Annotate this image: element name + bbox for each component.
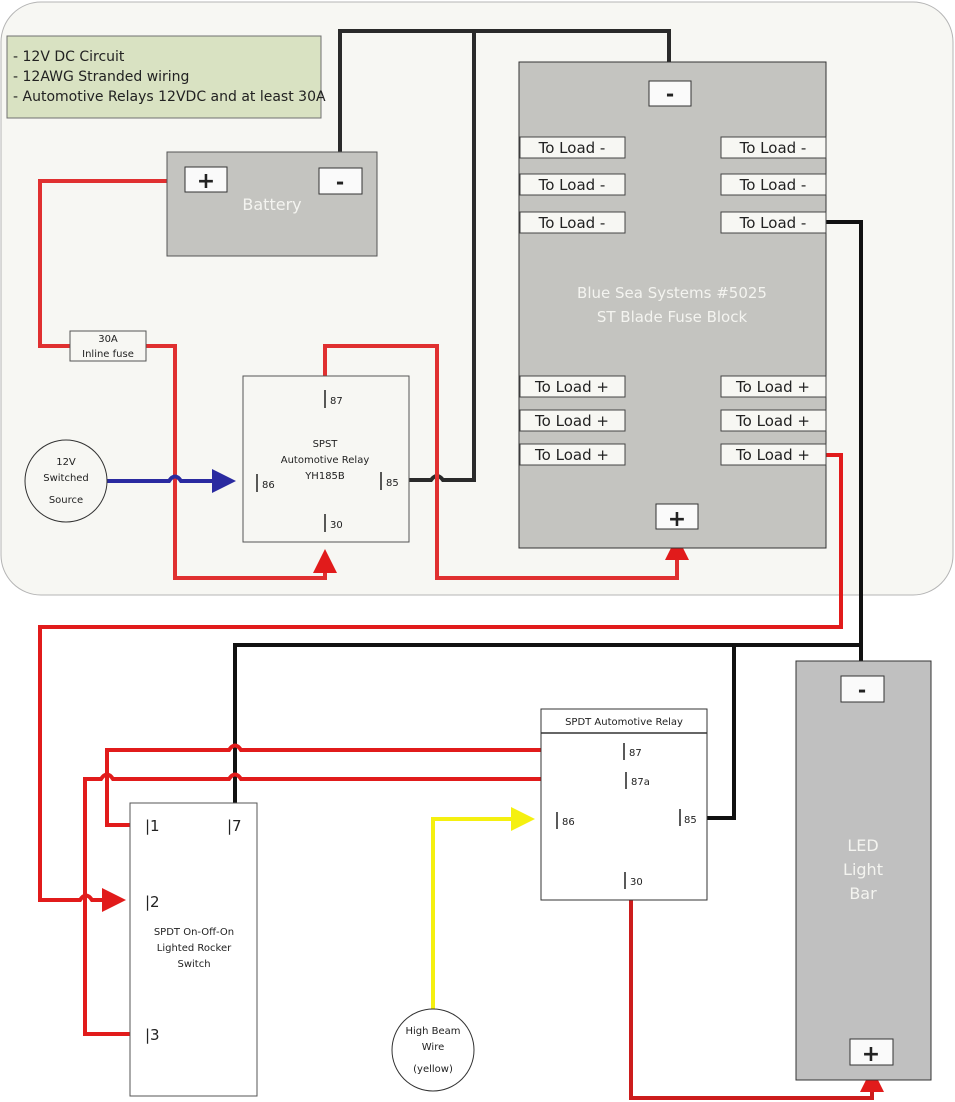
load-pos-output[interactable]: To Load + [519,443,626,466]
light-bar-line2: Light [843,860,883,879]
spst-relay-line1: SPST [313,439,339,450]
wire-ground-to-spdt-85 [706,645,736,820]
switched-source-line3: Source [49,495,83,506]
high-beam-line3: (yellow) [413,1064,453,1075]
load-neg-output[interactable]: To Load - [519,211,626,234]
load-neg-label: To Load - [739,139,807,157]
load-neg-output[interactable]: To Load - [720,173,827,196]
spst-pin-87: 87 [330,396,343,407]
load-pos-label: To Load + [735,378,810,396]
load-pos-label: To Load + [735,412,810,430]
fuse-block-name: Blue Sea Systems #5025 [577,284,767,302]
battery-positive-terminal[interactable]: + [184,166,228,194]
spst-pin-86: 86 [262,480,275,491]
switch-pin-3: |3 [145,1026,160,1044]
load-pos-output[interactable]: To Load + [720,409,827,432]
light-bar-negative-terminal[interactable]: - [840,675,885,703]
light-bar-line3: Bar [849,884,877,903]
load-neg-label: To Load - [538,139,606,157]
load-pos-output[interactable]: To Load + [519,409,626,432]
load-neg-output[interactable]: To Load - [720,136,827,159]
rocker-switch-line2: Lighted Rocker [157,943,232,954]
fuse-block-positive-terminal[interactable]: + [655,503,699,532]
spdt-relay: SPDT Automotive Relay 87 87a 86 85 30 [540,708,708,901]
load-pos-output[interactable]: To Load + [720,443,827,466]
spdt-pin-87: 87 [629,748,642,759]
load-neg-label: To Load - [538,214,606,232]
fuse-block: Blue Sea Systems #5025 ST Blade Fuse Blo… [518,61,827,549]
battery-negative-terminal[interactable]: - [318,167,363,195]
battery-label: Battery [242,195,301,214]
minus-icon: - [858,678,866,702]
spst-relay: SPST Automotive Relay YH185B 87 86 85 30 [242,375,410,543]
battery: Battery + - [166,151,378,257]
load-neg-label: To Load - [739,176,807,194]
switch-pin-2: |2 [145,893,160,911]
spdt-pin-30: 30 [630,877,643,888]
light-bar-positive-terminal[interactable]: + [849,1038,894,1067]
note-line-3: - Automotive Relays 12VDC and at least 3… [13,89,326,105]
minus-icon: - [666,82,674,106]
switched-source: 12V Switched Source [24,439,108,523]
plus-icon: + [668,507,686,532]
rocker-switch: SPDT On-Off-On Lighted Rocker Switch |1 … [129,802,258,1097]
wiring-diagram: - 12V DC Circuit - 12AWG Stranded wiring… [0,1,954,1100]
high-beam-line1: High Beam [405,1026,460,1037]
switched-source-line1: 12V [56,457,76,468]
switch-pin-7: |7 [227,817,242,835]
load-neg-output[interactable]: To Load - [519,136,626,159]
load-neg-label: To Load - [739,214,807,232]
fuse-block-negative-terminal[interactable]: - [648,80,692,107]
spst-pin-85: 85 [386,478,399,489]
spst-relay-line3: YH185B [304,471,345,482]
load-pos-output[interactable]: To Load + [519,375,626,398]
load-neg-label: To Load - [538,176,606,194]
fuse-block-model: ST Blade Fuse Block [597,308,748,326]
load-pos-label: To Load + [534,378,609,396]
light-bar-line1: LED [847,836,878,855]
load-neg-output[interactable]: To Load - [519,173,626,196]
spst-pin-30: 30 [330,520,343,531]
wire-high-beam-to-spdt-86 [431,807,535,1012]
high-beam-line2: Wire [422,1042,445,1053]
minus-icon: - [336,170,344,194]
load-pos-output[interactable]: To Load + [720,375,827,398]
high-beam-source: High Beam Wire (yellow) [391,1008,475,1092]
inline-fuse: 30A Inline fuse [69,330,147,362]
inline-fuse-rating: 30A [98,334,118,345]
spdt-pin-87a: 87a [631,777,650,788]
rocker-switch-line3: Switch [177,959,210,970]
inline-fuse-label: Inline fuse [82,349,134,360]
plus-icon: + [862,1042,880,1067]
note-line-2: - 12AWG Stranded wiring [13,69,189,85]
load-pos-label: To Load + [534,446,609,464]
switch-pin-1: |1 [145,817,160,835]
led-light-bar: LED Light Bar - + [795,660,932,1081]
spdt-pin-85: 85 [684,815,697,826]
load-pos-label: To Load + [534,412,609,430]
switched-source-line2: Switched [43,473,89,484]
load-neg-output[interactable]: To Load - [720,211,827,234]
notes-box: - 12V DC Circuit - 12AWG Stranded wiring… [6,35,326,119]
spst-relay-line2: Automotive Relay [281,455,370,466]
note-line-1: - 12V DC Circuit [13,49,125,65]
spdt-relay-title: SPDT Automotive Relay [565,717,683,728]
spdt-pin-86: 86 [562,817,575,828]
plus-icon: + [197,169,215,194]
load-pos-label: To Load + [735,446,810,464]
rocker-switch-line1: SPDT On-Off-On [154,927,234,938]
